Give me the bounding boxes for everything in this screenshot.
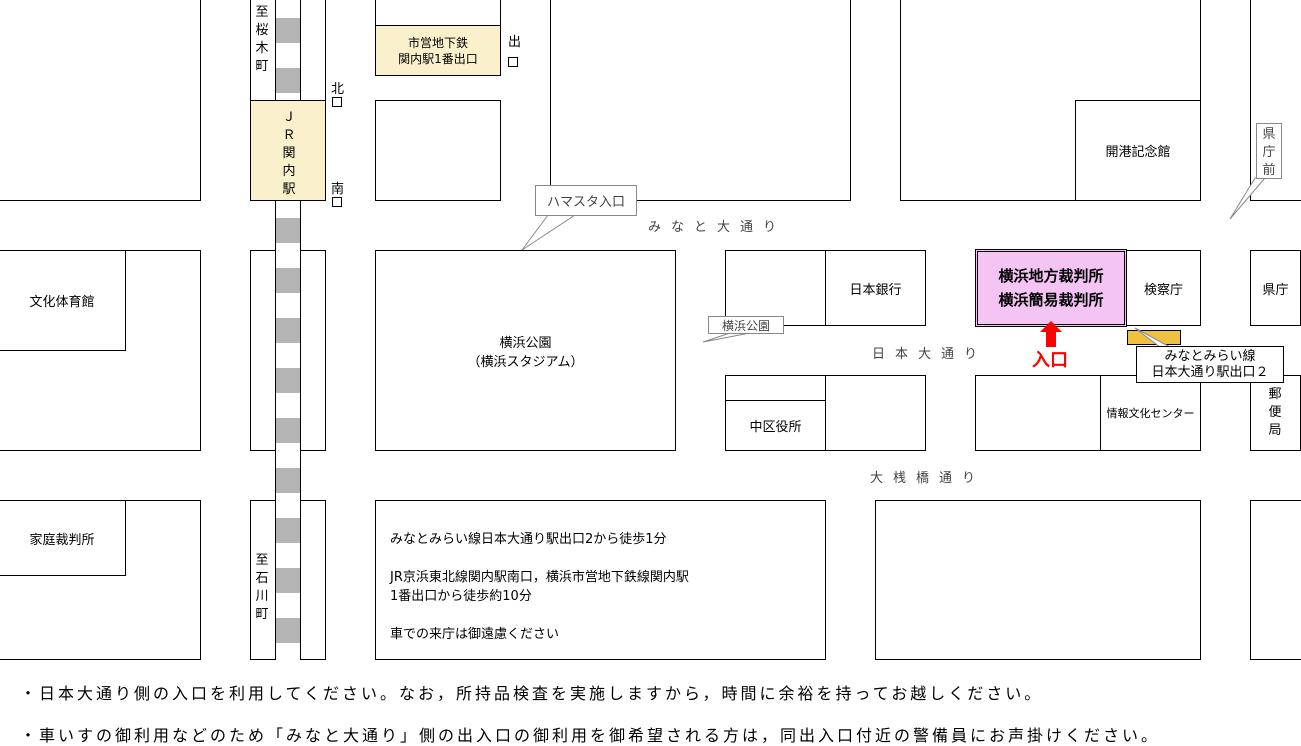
kenchomae-callout: 県庁前 [1256,123,1282,179]
minatomirai-exit-callout: みなとみらい線 日本大通り駅出口２ [1136,346,1284,383]
note-line-2: ・車いすの御利用などのため「みなと大通り」側の出入口の御利用を御希望される方は，… [20,726,1161,745]
note-line-1: ・日本大通り側の入口を利用してください。なお，所持品検査を実施しますから，時間に… [20,684,1044,703]
yokohama-park-callout: 横浜公園 [708,316,784,334]
hamasuta-entrance-callout: ハマスタ入口 [535,185,637,216]
court-access-map: 文化体育館 家庭裁判所 ＪＲ関内駅 至桜木町 至石川町 北 南 市営地下鉄 関内… [0,0,1301,744]
callout-pointers [521,177,1267,348]
